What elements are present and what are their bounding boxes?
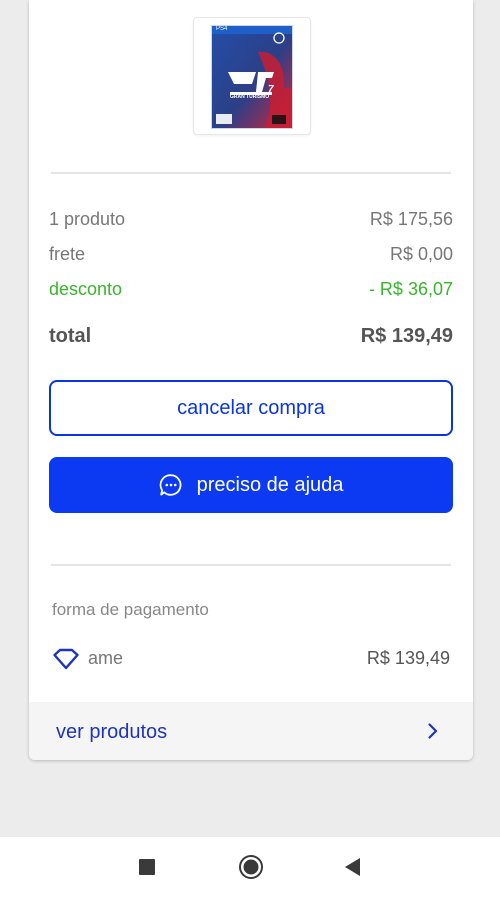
shipping-row: frete R$ 0,00 [49, 244, 453, 268]
view-products-link[interactable]: ver produtos [29, 702, 473, 760]
game-cover-image: PS4 GRAN TURISMO 7 [211, 25, 293, 129]
recents-square-icon[interactable] [134, 854, 160, 880]
payment-method-title: forma de pagamento [52, 600, 209, 619]
payment-method-name: ame [88, 648, 124, 668]
cover-title: GRAN TURISMO [230, 94, 270, 100]
chevron-right-icon [427, 722, 439, 745]
cancel-purchase-label: cancelar compra [177, 396, 325, 419]
products-row: 1 produto R$ 175,56 [49, 209, 453, 233]
shipping-label: frete [49, 244, 86, 264]
payment-method-row: ame R$ 139,49 [52, 648, 450, 672]
order-card: PS4 GRAN TURISMO 7 1 produto R$ 175,56 f… [29, 0, 473, 760]
chat-bubble-icon [159, 473, 183, 497]
help-button[interactable]: preciso de ajuda [49, 457, 453, 513]
shipping-value: R$ 0,00 [389, 244, 453, 264]
view-products-label: ver produtos [56, 721, 168, 743]
divider [51, 564, 451, 566]
discount-label: desconto [49, 279, 123, 299]
total-label: total [49, 325, 92, 347]
platform-badge: PS4 [216, 26, 228, 32]
cancel-purchase-button[interactable]: cancelar compra [49, 380, 453, 436]
cover-number: 7 [268, 84, 274, 95]
total-row: total R$ 139,49 [49, 325, 453, 349]
total-value: R$ 139,49 [360, 325, 453, 347]
system-navigation-bar [0, 837, 500, 897]
discount-value: - R$ 36,07 [368, 279, 453, 299]
help-label: preciso de ajuda [196, 473, 344, 496]
products-label: 1 produto [49, 209, 126, 229]
product-thumbnail[interactable]: PS4 GRAN TURISMO 7 [193, 17, 311, 135]
payment-amount: R$ 139,49 [366, 648, 450, 668]
products-value: R$ 175,56 [369, 209, 453, 229]
home-circle-icon[interactable] [238, 854, 264, 880]
divider [51, 172, 451, 174]
back-triangle-icon[interactable] [340, 854, 366, 880]
diamond-icon [52, 648, 80, 675]
discount-row: desconto - R$ 36,07 [49, 279, 453, 303]
